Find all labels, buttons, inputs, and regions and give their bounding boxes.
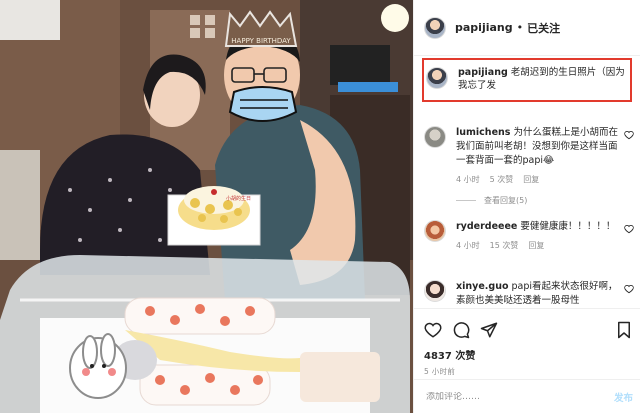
caption-highlight-box: papijiang 老胡迟到的生日照片（因为我忘了发	[422, 58, 632, 102]
post-header: papijiang • 已关注	[414, 0, 640, 56]
post-side-panel: papijiang • 已关注 papijiang 老胡迟到的生日照片（因为我忘…	[413, 0, 640, 413]
author-avatar[interactable]	[424, 16, 446, 39]
comment-input[interactable]	[426, 391, 614, 402]
comment-item: xinye.guo papi看起来状态很好啊，素颜也美美哒还透着一股母性	[424, 280, 634, 308]
view-replies-line	[456, 200, 476, 201]
add-comment-bar: 发布	[414, 379, 640, 413]
comment-like-icon[interactable]	[624, 224, 634, 234]
comment-like-icon[interactable]	[624, 130, 634, 140]
caption-text: papijiang 老胡迟到的生日照片（因为我忘了发	[458, 66, 626, 100]
comment-likes[interactable]: 15 次赞	[490, 240, 519, 251]
comment-like-icon[interactable]	[624, 284, 634, 294]
post-photo[interactable]: HAPPY BIRTHDAY 小胡的生日	[0, 0, 413, 413]
crown-text: HAPPY BIRTHDAY	[231, 37, 291, 45]
heart-icon[interactable]	[424, 321, 442, 339]
share-icon[interactable]	[480, 321, 498, 339]
comment-item: lumichens 为什么蛋糕上是小胡而在我们面前叫老胡！没想到你是这样当面一套…	[424, 126, 634, 185]
follow-status-button[interactable]: 已关注	[527, 20, 560, 36]
comment-likes[interactable]: 5 次赞	[490, 174, 514, 185]
cake-text: 小胡的生日	[226, 195, 251, 202]
comment-username[interactable]: ryderdeeee	[456, 221, 517, 232]
photo-illustration: HAPPY BIRTHDAY 小胡的生日	[0, 0, 413, 413]
comment-time[interactable]: 4 小时	[456, 174, 480, 185]
post-comment-button[interactable]: 发布	[614, 390, 633, 404]
comment-username[interactable]: lumichens	[456, 127, 510, 138]
caption-avatar[interactable]	[426, 67, 448, 89]
commenter-avatar[interactable]	[424, 126, 446, 148]
view-replies-label: 查看回复(5)	[484, 196, 528, 205]
comment-username[interactable]: xinye.guo	[456, 281, 508, 292]
author-username[interactable]: papijiang	[455, 21, 513, 34]
separator-dot: •	[516, 21, 524, 34]
commenter-avatar[interactable]	[424, 220, 446, 242]
comment-time[interactable]: 4 小时	[456, 240, 480, 251]
comment-icon[interactable]	[452, 321, 470, 339]
likes-count[interactable]: 4837 次赞	[424, 347, 633, 362]
post-timestamp[interactable]: 5 小时前	[424, 366, 633, 377]
action-bar: 4837 次赞 5 小时前	[414, 308, 640, 377]
comment-item: ryderdeeee 要健健康康！！！！！ 4 小时 15 次赞 回复	[424, 220, 634, 251]
comment-reply-button[interactable]: 回复	[523, 174, 539, 185]
bookmark-icon[interactable]	[615, 321, 633, 339]
caption-username[interactable]: papijiang	[458, 67, 508, 78]
comment-text: 要健健康康！！！！！	[520, 221, 616, 232]
commenter-avatar[interactable]	[424, 280, 446, 302]
view-replies-button[interactable]: 查看回复(5)	[456, 195, 527, 206]
comment-reply-button[interactable]: 回复	[528, 240, 544, 251]
